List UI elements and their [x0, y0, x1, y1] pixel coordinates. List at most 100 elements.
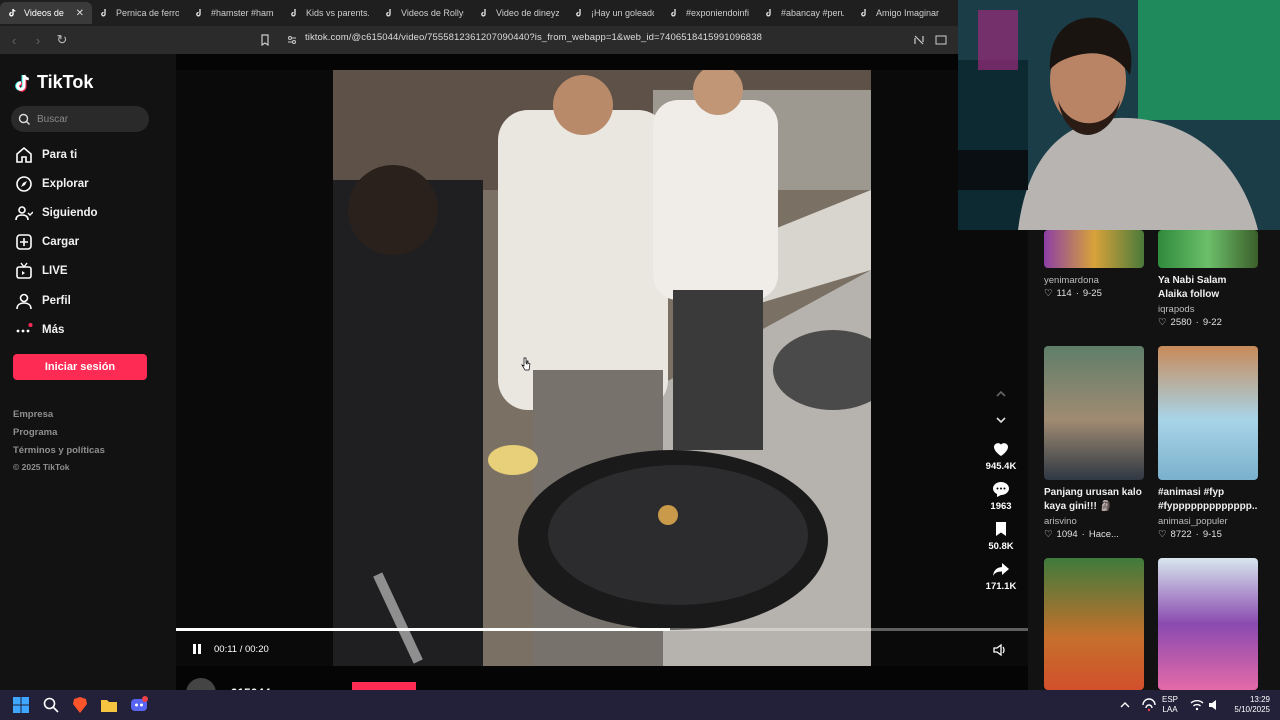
tiktok-icon — [101, 9, 106, 17]
nav-item-siguiendo[interactable]: Siguiendo — [15, 204, 98, 222]
pause-icon[interactable] — [190, 642, 204, 656]
chevron-up-icon[interactable] — [994, 387, 1008, 401]
clock[interactable]: 13:29 5/10/2025 — [1228, 695, 1270, 715]
close-icon[interactable]: ✕ — [76, 8, 84, 19]
url-field[interactable]: tiktok.com/@c615044/video/75558123612070… — [305, 32, 762, 43]
video-card[interactable]: Panjang urusan kalo kaya gini!!! 🗿 #pov.… — [1044, 346, 1144, 540]
card-views: 1094 — [1056, 529, 1078, 540]
search-icon[interactable] — [42, 696, 60, 714]
tiktok-icon — [291, 9, 296, 17]
browser-tab[interactable]: Pernica de ferro c — [92, 2, 187, 24]
card-title[interactable]: Panjang urusan kalo kaya gini!!! 🗿 #pov.… — [1044, 486, 1144, 514]
video-thumbnail[interactable] — [1044, 346, 1144, 480]
nav-item-cargar[interactable]: Cargar — [15, 233, 79, 251]
tab-label: #abancay #perux — [781, 8, 844, 18]
card-user[interactable]: yenimardona — [1044, 275, 1144, 286]
card-meta: ♡ 114 · 9-25 — [1044, 288, 1144, 299]
nav-item-mas[interactable]: Más — [15, 321, 64, 339]
card-title[interactable]: Ya Nabi Salam Alaika follow @qolbudaily.… — [1158, 274, 1258, 302]
video-card[interactable]: Ya Nabi Salam Alaika follow @qolbudaily.… — [1158, 230, 1258, 328]
video-thumbnail[interactable] — [1158, 230, 1258, 268]
tab-label: ¡Hay un goleado — [591, 8, 654, 18]
separator: · — [1195, 529, 1199, 540]
nav-label: LIVE — [42, 265, 68, 277]
video-thumbnail[interactable] — [1158, 558, 1258, 690]
share-count: 171.1K — [985, 581, 1017, 592]
browser-tab[interactable]: #abancay #perux — [757, 2, 852, 24]
video-scene-image — [333, 70, 871, 666]
language-indicator[interactable]: ESP LAA — [1162, 695, 1178, 715]
volume-icon[interactable] — [992, 642, 1008, 658]
video-card[interactable]: yenimardona ♡ 114 · 9-25 — [1044, 230, 1144, 299]
video-thumbnail[interactable] — [1044, 558, 1144, 690]
tiktok-logo[interactable]: TikTok — [15, 72, 93, 93]
upload-icon — [16, 234, 32, 250]
video-card[interactable]: #animasi #fyp #fyppppppppppppp... animas… — [1158, 346, 1258, 540]
webcam-image — [958, 0, 1280, 230]
progress-bar[interactable] — [176, 628, 1028, 631]
reader-icon[interactable] — [934, 33, 948, 47]
follow-button[interactable] — [352, 682, 416, 690]
nav-item-explorar[interactable]: Explorar — [15, 175, 89, 193]
browser-tab[interactable]: #exponiendoinfi — [662, 2, 757, 24]
footer-link[interactable]: Términos y políticas — [13, 445, 105, 456]
media-icon[interactable] — [912, 33, 926, 47]
heart-icon: ♡ — [1158, 317, 1167, 328]
card-user[interactable]: arisvino — [1044, 516, 1144, 527]
reload-icon[interactable]: ↻ — [52, 30, 72, 50]
folder-icon[interactable] — [100, 696, 118, 714]
save-button[interactable]: 50.8K — [976, 520, 1026, 552]
card-views: 114 — [1056, 288, 1072, 299]
windows-start-icon[interactable] — [12, 696, 30, 714]
bookmark-icon[interactable] — [258, 33, 272, 47]
comment-button[interactable]: 1963 — [976, 480, 1026, 512]
browser-tab[interactable]: Amigo Imaginari — [852, 2, 947, 24]
nav-label: Más — [42, 324, 65, 336]
browser-tab[interactable]: #hamster #hams — [187, 2, 282, 24]
lang-bottom: LAA — [1162, 705, 1178, 714]
chevron-up-icon[interactable] — [1118, 696, 1132, 714]
card-title[interactable]: #animasi #fyp #fyppppppppppppp... — [1158, 486, 1258, 514]
card-date: 9-25 — [1082, 288, 1102, 299]
footer-link[interactable]: Empresa — [13, 409, 53, 420]
nav-item-para-ti[interactable]: Para ti — [15, 146, 77, 164]
video-frame[interactable] — [333, 70, 871, 666]
brave-browser-icon[interactable] — [71, 696, 89, 714]
browser-tab[interactable]: Video de dineyzi — [472, 2, 567, 24]
video-card[interactable] — [1158, 558, 1258, 690]
tab-label: Videos de Rollyst — [401, 8, 464, 18]
browser-tab[interactable]: ¡Hay un goleado — [567, 2, 662, 24]
tiktok-icon — [481, 9, 486, 17]
nav-label: Perfil — [42, 295, 71, 307]
bookmark-icon — [996, 522, 1006, 536]
video-thumbnail[interactable] — [1158, 346, 1258, 480]
login-button[interactable]: Iniciar sesión — [13, 354, 147, 380]
footer-link[interactable]: Programa — [13, 427, 57, 438]
tab-label: Amigo Imaginari — [876, 8, 939, 18]
browser-tab[interactable]: Videos de Rollyst — [377, 2, 472, 24]
tiktok-icon — [15, 74, 29, 92]
tiktok-icon — [671, 9, 676, 17]
browser-tab[interactable]: Videos de ✕ — [0, 2, 92, 24]
wifi-icon[interactable] — [1190, 696, 1204, 714]
search-input[interactable] — [37, 113, 137, 125]
share-button[interactable]: 171.1K — [976, 560, 1026, 592]
discord-icon[interactable] — [130, 696, 148, 714]
forward-icon[interactable]: › — [28, 30, 48, 50]
clock-date: 5/10/2025 — [1234, 705, 1270, 714]
site-info-icon[interactable] — [286, 34, 298, 46]
search-box[interactable] — [11, 106, 149, 132]
video-thumbnail[interactable] — [1044, 230, 1144, 268]
volume-icon[interactable] — [1208, 696, 1222, 714]
nav-item-perfil[interactable]: Perfil — [15, 292, 71, 310]
nav-item-live[interactable]: LIVE — [15, 262, 68, 280]
copyright: © 2025 TikTok — [13, 462, 70, 472]
back-icon[interactable]: ‹ — [4, 30, 24, 50]
card-user[interactable]: animasi_populer — [1158, 516, 1258, 527]
browser-tab[interactable]: Kids vs parents.T — [282, 2, 377, 24]
video-card[interactable] — [1044, 558, 1144, 690]
network-icon[interactable] — [1140, 696, 1158, 714]
card-user[interactable]: iqrapods — [1158, 304, 1258, 315]
chevron-down-icon[interactable] — [994, 413, 1008, 427]
like-button[interactable]: 945.4K — [976, 440, 1026, 472]
